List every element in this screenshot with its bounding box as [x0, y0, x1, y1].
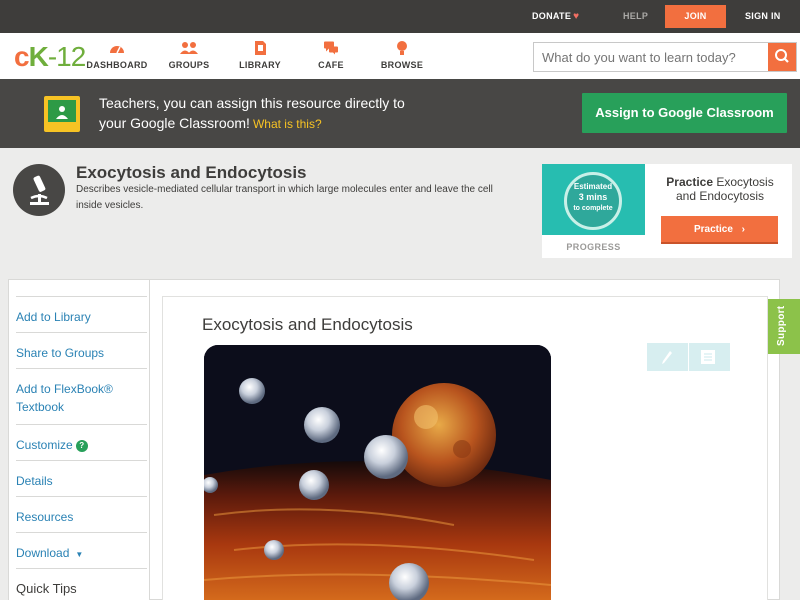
search-input[interactable]	[534, 43, 769, 71]
sidebar-item-share-to-groups[interactable]: Share to Groups	[16, 332, 147, 368]
top-utility-bar: DONATE ♥ HELP JOIN SIGN IN	[0, 0, 800, 33]
library-icon	[255, 41, 266, 55]
sidebar-item-details[interactable]: Details	[16, 460, 147, 496]
dashboard-icon	[110, 46, 124, 54]
estimate-line-1: Estimated	[573, 182, 613, 191]
customize-label: Customize	[16, 438, 73, 452]
sign-in-link[interactable]: SIGN IN	[745, 0, 781, 33]
nav-library-label: LIBRARY	[239, 60, 281, 70]
support-label: Support	[776, 305, 787, 346]
banner-line-2: your Google Classroom!	[99, 115, 250, 131]
heart-icon: ♥	[573, 11, 580, 22]
download-label: Download	[16, 546, 70, 560]
practice-button-label: Practice	[693, 224, 733, 235]
support-tab[interactable]: Support	[768, 299, 800, 354]
practice-button[interactable]: Practice ›	[661, 216, 778, 244]
main-nav: cK-12 DASHBOARD GROUPS LIBRARY CAFE BROW…	[0, 33, 800, 79]
nav-browse[interactable]: BROWSE	[367, 40, 437, 70]
sidebar-item-resources[interactable]: Resources	[16, 496, 147, 532]
nav-cafe[interactable]: CAFE	[296, 40, 366, 70]
tools-divider	[688, 343, 689, 371]
content-tools	[647, 343, 730, 371]
search-icon	[775, 49, 789, 63]
banner-message: Teachers, you can assign this resource d…	[99, 93, 479, 134]
microscope-icon	[13, 164, 65, 216]
sidebar-item-customize[interactable]: Customize?	[16, 424, 147, 460]
logo-k: K	[28, 41, 49, 72]
logo-c: c	[14, 41, 30, 72]
nav-library[interactable]: LIBRARY	[225, 40, 295, 70]
nav-groups[interactable]: GROUPS	[154, 40, 224, 70]
logo-12: -12	[47, 41, 86, 72]
help-link[interactable]: HELP	[623, 0, 648, 33]
notes-icon[interactable]	[701, 350, 715, 364]
practice-card: Estimated 3 mins to complete PROGRESS Pr…	[542, 164, 792, 258]
banner-line-1: Teachers, you can assign this resource d…	[99, 95, 405, 111]
page-title: Exocytosis and Endocytosis	[76, 163, 307, 182]
nav-dashboard-label: DASHBOARD	[86, 60, 148, 70]
sidebar: Add to Library Share to Groups Add to Fl…	[9, 280, 150, 600]
quick-tips-heading: Quick Tips	[16, 568, 147, 600]
cafe-icon	[324, 41, 338, 55]
google-classroom-icon	[44, 96, 80, 132]
search-box	[533, 42, 797, 72]
search-button[interactable]	[768, 43, 796, 71]
practice-thumbnail[interactable]: Estimated 3 mins to complete	[542, 164, 645, 235]
time-estimate: Estimated 3 mins to complete	[564, 182, 622, 214]
groups-icon	[180, 42, 198, 54]
classroom-banner: Teachers, you can assign this resource d…	[0, 79, 800, 148]
sidebar-item-download[interactable]: Download ▼	[16, 532, 147, 568]
nav-groups-label: GROUPS	[168, 60, 210, 70]
chevron-right-icon: ›	[741, 224, 746, 235]
what-is-this-link[interactable]: What is this?	[253, 117, 322, 131]
sidebar-item-add-to-flexbook[interactable]: Add to FlexBook® Textbook	[16, 368, 147, 424]
cell-illustration	[204, 345, 551, 600]
donate-link[interactable]: DONATE ♥	[532, 0, 579, 33]
concept-description: Describes vesicle-mediated cellular tran…	[76, 184, 493, 211]
browse-icon	[397, 41, 407, 55]
sidebar-item-add-to-library[interactable]: Add to Library	[16, 296, 147, 332]
ck12-logo[interactable]: cK-12	[14, 41, 86, 73]
assign-google-classroom-button[interactable]: Assign to Google Classroom	[582, 93, 787, 133]
caret-down-icon: ▼	[75, 550, 84, 559]
estimate-line-2: 3 mins	[578, 192, 608, 202]
nav-dashboard[interactable]: DASHBOARD	[82, 40, 152, 70]
donate-label: DONATE	[532, 11, 572, 21]
practice-heading: Practice Exocytosis and Endocytosis	[660, 175, 780, 203]
practice-heading-bold: Practice	[666, 175, 713, 189]
pencil-icon[interactable]	[660, 349, 674, 365]
content-title: Exocytosis and Endocytosis	[202, 315, 413, 334]
join-button[interactable]: JOIN	[665, 5, 726, 28]
estimate-line-3: to complete	[573, 205, 613, 212]
nav-browse-label: BROWSE	[380, 60, 424, 70]
nav-cafe-label: CAFE	[318, 60, 344, 70]
progress-label: PROGRESS	[566, 242, 621, 252]
help-icon[interactable]: ?	[75, 440, 88, 452]
